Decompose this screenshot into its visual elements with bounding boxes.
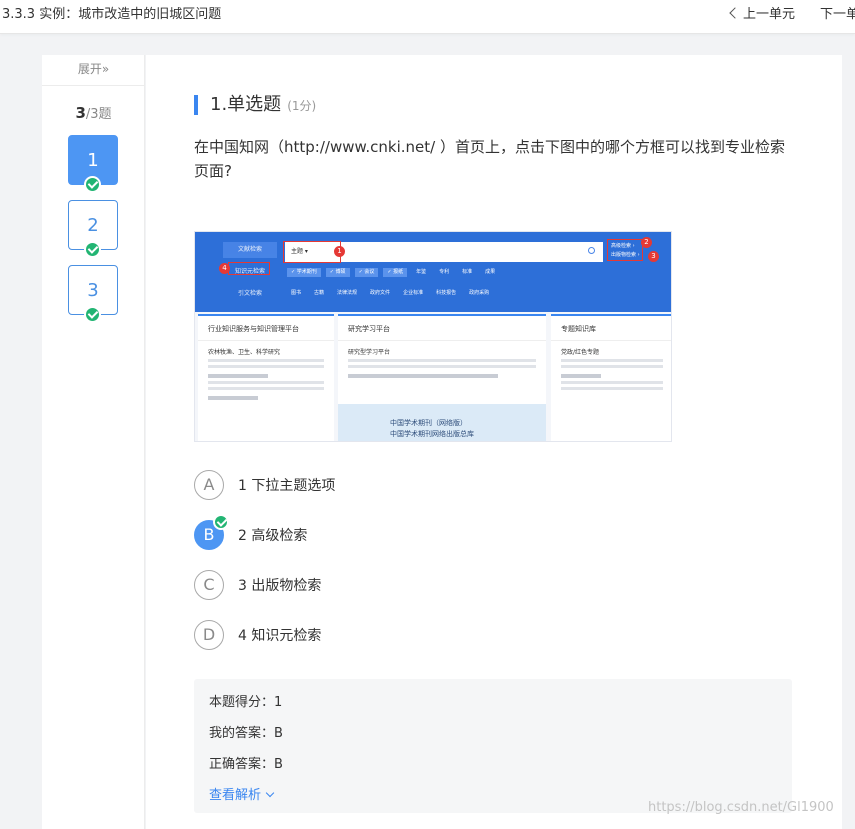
chevron-down-icon bbox=[265, 788, 275, 798]
figure-chip: ✓ 报纸 bbox=[383, 268, 408, 277]
figure-text-line bbox=[348, 365, 536, 368]
figure-column: 行业知识服务与知识管理平台 农林牧渔、卫生、科学研究 bbox=[198, 314, 334, 441]
figure-column-title: 行业知识服务与知识管理平台 bbox=[198, 316, 334, 341]
view-analysis-link[interactable]: 查看解析 bbox=[209, 784, 275, 803]
question-counter: 3/3题 bbox=[42, 103, 145, 122]
figure-columns: 行业知识服务与知识管理平台 农林牧渔、卫生、科学研究 研究学习平台 研究型学习平… bbox=[195, 314, 671, 441]
option-letter: C bbox=[194, 570, 224, 600]
top-bar: 3.3.3 实例：城市改造中的旧城区问题 上一单元 下一单 bbox=[0, 0, 855, 34]
correct-answer: 正确答案：B bbox=[209, 757, 283, 772]
question-stem: 在中国知网（http://www.cnki.net/ ）首页上，点击下图中的哪个… bbox=[194, 138, 785, 180]
option-letter: D bbox=[194, 620, 224, 650]
option-text: 1 下拉主题选项 bbox=[238, 478, 336, 494]
figure-column-heading: 农林牧渔、卫生、科学研究 bbox=[208, 349, 281, 356]
figure-chip: 政府采购 bbox=[469, 290, 490, 296]
figure-chip: 法律法规 bbox=[337, 290, 358, 296]
prev-unit-label: 上一单元 bbox=[743, 7, 796, 22]
current-question-number: 3 bbox=[75, 104, 86, 122]
figure-text-line bbox=[208, 359, 324, 362]
page-title: 3.3.3 实例：城市改造中的旧城区问题 bbox=[2, 7, 222, 22]
view-analysis-label: 查看解析 bbox=[209, 788, 262, 803]
question-nav-label: 3 bbox=[87, 280, 99, 301]
question-nav-panel: 展开» 3/3题 1 2 3 bbox=[42, 55, 145, 829]
option-text: 2 高级检索 bbox=[238, 528, 308, 544]
question-type: 1.单选题 bbox=[210, 94, 282, 115]
figure-chip: ✓ 学术期刊 bbox=[287, 268, 321, 277]
score-line: 本题得分：1 bbox=[209, 695, 283, 710]
figure-marker-1: 1 bbox=[334, 246, 345, 257]
figure-text-line bbox=[561, 365, 663, 368]
check-icon bbox=[84, 306, 101, 323]
figure-text-line bbox=[208, 387, 324, 390]
figure-text-line bbox=[208, 396, 258, 400]
figure-text-line bbox=[561, 381, 663, 384]
figure-chip: 古籍 bbox=[314, 290, 325, 296]
question-title: 1.单选题 (1分) bbox=[194, 95, 316, 115]
answer-result-box: 本题得分：1 我的答案：B 正确答案：B 查看解析 bbox=[194, 679, 792, 813]
figure-banner-line: 中国学术期刊（网络版） bbox=[390, 419, 467, 427]
option-text: 3 出版物检索 bbox=[238, 578, 322, 594]
chevron-left-icon bbox=[729, 7, 741, 19]
search-icon bbox=[588, 247, 595, 254]
question-nav-button-1[interactable]: 1 bbox=[68, 135, 118, 193]
question-nav-label: 1 bbox=[87, 150, 99, 171]
question-score: (1分) bbox=[287, 99, 317, 113]
figure-side-tab: 引文检索 bbox=[237, 290, 262, 297]
figure-text-line bbox=[561, 359, 663, 362]
figure-side-tabs: 文献检索 知识元检索 引文检索 bbox=[223, 242, 277, 308]
figure-marker-4: 4 bbox=[219, 263, 230, 274]
figure-column-heading: 研究型学习平台 bbox=[348, 349, 391, 356]
option-text: 4 知识元检索 bbox=[238, 628, 322, 644]
figure-column: 专题知识库 党政/红色专题 bbox=[551, 314, 671, 441]
my-answer: 我的答案：B bbox=[209, 726, 283, 741]
figure-text-line bbox=[348, 359, 536, 362]
figure-chip: 标准 bbox=[462, 269, 473, 275]
figure-column: 研究学习平台 研究型学习平台 中国学术期刊（网络版） 中国学术期刊网络出版总库 bbox=[338, 314, 546, 441]
figure-chip: ✓ 会议 bbox=[354, 268, 379, 277]
figure-chip: 成果 bbox=[485, 269, 496, 275]
question-nav-label: 2 bbox=[87, 215, 99, 236]
check-icon bbox=[84, 241, 101, 258]
figure-chip: 科技报告 bbox=[436, 290, 457, 296]
question-nav-button-2[interactable]: 2 bbox=[68, 200, 118, 258]
figure-marker-box-2-3 bbox=[607, 239, 643, 261]
cnki-screenshot-figure: 文献检索 知识元检索 引文检索 主题 ▾ 高级检索 › 出版物检索 › ✓ 学术… bbox=[194, 231, 672, 442]
option-letter: A bbox=[194, 470, 224, 500]
figure-text-line bbox=[208, 365, 324, 368]
figure-text-line bbox=[208, 374, 268, 378]
question-card: 1.单选题 (1分) 在中国知网（http://www.cnki.net/ ）首页… bbox=[146, 55, 842, 829]
figure-chip: ✓ 博硕 bbox=[325, 268, 350, 277]
figure-banner-text: 中国学术期刊（网络版） 中国学术期刊网络出版总库 bbox=[390, 418, 474, 440]
figure-column-heading: 党政/红色专题 bbox=[561, 349, 600, 356]
figure-marker-2: 2 bbox=[641, 237, 652, 248]
figure-chip: 政府文件 bbox=[370, 290, 391, 296]
next-unit-link[interactable]: 下一单 bbox=[820, 3, 855, 22]
check-icon bbox=[84, 176, 101, 193]
figure-db-chips: ✓ 学术期刊 ✓ 博硕 ✓ 会议 ✓ 报纸 年鉴 专利 标准 成果 bbox=[287, 268, 647, 280]
prev-unit-link[interactable]: 上一单元 bbox=[729, 3, 796, 22]
figure-text-line bbox=[561, 374, 601, 378]
figure-marker-3: 3 bbox=[648, 251, 659, 262]
figure-chip: 专利 bbox=[439, 269, 450, 275]
figure-chip: 年鉴 bbox=[416, 269, 427, 275]
check-icon bbox=[213, 514, 229, 530]
figure-chip: 企业标准 bbox=[403, 290, 424, 296]
figure-column-title: 研究学习平台 bbox=[338, 316, 546, 341]
figure-text-line bbox=[208, 381, 324, 384]
figure-marker-box-4 bbox=[228, 262, 270, 275]
figure-banner-line: 中国学术期刊网络出版总库 bbox=[390, 430, 474, 438]
figure-marker-box-1 bbox=[283, 241, 341, 263]
figure-db-chips-row2: 图书 古籍 法律法规 政府文件 企业标准 科技报告 政府采购 bbox=[287, 289, 647, 301]
figure-side-tab: 文献检索 bbox=[223, 242, 277, 258]
figure-banner: 中国学术期刊（网络版） 中国学术期刊网络出版总库 bbox=[338, 404, 546, 441]
figure-text-line bbox=[561, 387, 663, 390]
figure-chip: 图书 bbox=[291, 290, 302, 296]
figure-column-title: 专题知识库 bbox=[551, 316, 671, 341]
figure-text-line bbox=[348, 374, 498, 378]
question-nav-button-3[interactable]: 3 bbox=[68, 265, 118, 323]
question-total: /3题 bbox=[85, 107, 112, 122]
watermark: https://blog.csdn.net/Gl1900 bbox=[648, 800, 834, 815]
expand-button[interactable]: 展开» bbox=[42, 55, 145, 86]
